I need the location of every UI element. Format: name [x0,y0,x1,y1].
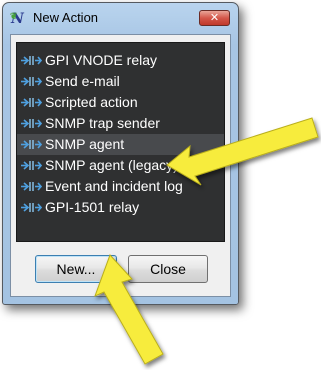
list-item[interactable]: SNMP agent (legacy) [17,155,224,176]
action-plugin-icon [21,140,42,149]
list-item[interactable]: Send e-mail [17,71,224,92]
list-item[interactable]: GPI-1501 relay [17,197,224,218]
leaf-icon: ❦ [10,12,18,22]
list-item[interactable]: Scripted action [17,92,224,113]
window-close-button[interactable]: ✕ [199,10,230,26]
action-plugin-icon [21,203,42,212]
new-button[interactable]: New... [35,255,117,283]
action-plugin-icon [21,119,42,128]
close-icon: ✕ [209,11,220,24]
list-item-label: Event and incident log [45,178,183,194]
dialog-body: GPI VNODE relay Send e-mail Scripted act… [10,34,231,297]
list-item-label: SNMP trap sender [45,115,160,131]
action-plugin-icon [21,56,42,65]
list-item[interactable]: SNMP trap sender [17,113,224,134]
list-item-label: GPI-1501 relay [45,199,140,215]
list-item-label: SNMP agent [45,136,125,152]
action-type-list[interactable]: GPI VNODE relay Send e-mail Scripted act… [16,42,225,242]
action-plugin-icon [21,98,42,107]
list-item[interactable]: GPI VNODE relay [17,50,224,71]
dialog-button-row: New... Close [11,255,230,285]
app-logo-icon: ❦ N [10,11,27,27]
action-plugin-icon [21,161,42,170]
list-item[interactable]: Event and incident log [17,176,224,197]
window-title: New Action [33,10,99,25]
action-plugin-icon [21,77,42,86]
list-item-label: GPI VNODE relay [45,52,158,68]
close-button[interactable]: Close [128,255,208,283]
list-item-selected[interactable]: SNMP agent [17,134,224,155]
new-action-dialog: ❦ N New Action ✕ GPI VNODE relay Send e-… [2,2,239,305]
list-item-label: Scripted action [45,94,138,110]
list-item-label: SNMP agent (legacy) [45,157,178,173]
action-plugin-icon [21,182,42,191]
title-bar[interactable]: ❦ N New Action ✕ [3,3,238,33]
list-item-label: Send e-mail [45,73,120,89]
